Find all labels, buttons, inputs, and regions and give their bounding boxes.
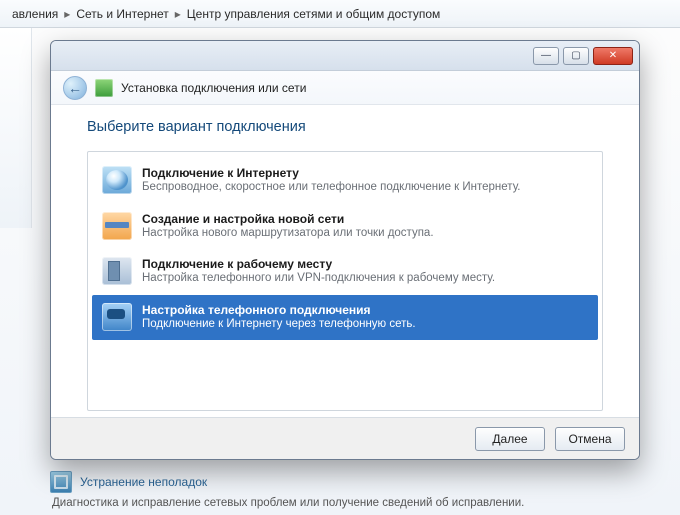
option-dialup[interactable]: Настройка телефонного подключения Подклю… bbox=[92, 295, 598, 341]
breadcrumb-sep-icon: ▸ bbox=[62, 7, 72, 21]
wizard-app-icon bbox=[95, 79, 113, 97]
wizard-heading: Выберите вариант подключения bbox=[87, 119, 603, 135]
minimize-icon: — bbox=[541, 50, 551, 61]
building-icon bbox=[102, 257, 132, 285]
globe-icon bbox=[102, 166, 132, 194]
titlebar[interactable]: — ▢ ✕ bbox=[51, 41, 639, 71]
router-icon bbox=[102, 212, 132, 240]
wizard-dialog: — ▢ ✕ ← Установка подключения или сети В… bbox=[50, 40, 640, 460]
breadcrumb-sep-icon: ▸ bbox=[173, 7, 183, 21]
troubleshoot-link-label: Устранение неполадок bbox=[80, 475, 207, 489]
option-workplace[interactable]: Подключение к рабочему месту Настройка т… bbox=[92, 249, 598, 295]
option-title: Настройка телефонного подключения bbox=[142, 303, 588, 317]
next-button-label: Далее bbox=[492, 432, 527, 446]
option-internet[interactable]: Подключение к Интернету Беспроводное, ск… bbox=[92, 158, 598, 204]
back-arrow-icon: ← bbox=[68, 80, 82, 96]
close-icon: ✕ bbox=[609, 50, 617, 61]
wizard-content: Выберите вариант подключения Подключение… bbox=[51, 105, 639, 417]
troubleshoot-link[interactable]: Устранение неполадок bbox=[50, 471, 670, 493]
breadcrumb-item[interactable]: Центр управления сетями и общим доступом bbox=[183, 7, 445, 21]
back-button[interactable]: ← bbox=[63, 76, 87, 100]
breadcrumb[interactable]: авления ▸ Сеть и Интернет ▸ Центр управл… bbox=[0, 0, 680, 28]
troubleshoot-desc: Диагностика и исправление сетевых пробле… bbox=[52, 497, 670, 509]
wizard-subheader: ← Установка подключения или сети bbox=[51, 71, 639, 105]
option-sub: Настройка нового маршрутизатора или точк… bbox=[142, 226, 588, 242]
option-title: Подключение к Интернету bbox=[142, 166, 588, 180]
next-button[interactable]: Далее bbox=[475, 427, 545, 451]
minimize-button[interactable]: — bbox=[533, 47, 559, 65]
wizard-subtitle: Установка подключения или сети bbox=[121, 81, 306, 95]
option-sub: Подключение к Интернету через телефонную… bbox=[142, 317, 588, 333]
bg-footer: Устранение неполадок Диагностика и испра… bbox=[50, 471, 670, 509]
option-title: Создание и настройка новой сети bbox=[142, 212, 588, 226]
left-nav-fragment bbox=[0, 28, 32, 228]
options-list: Подключение к Интернету Беспроводное, ск… bbox=[87, 151, 603, 411]
phone-icon bbox=[102, 303, 132, 331]
option-title: Подключение к рабочему месту bbox=[142, 257, 588, 271]
maximize-button[interactable]: ▢ bbox=[563, 47, 589, 65]
option-new-network[interactable]: Создание и настройка новой сети Настройк… bbox=[92, 204, 598, 250]
wizard-button-bar: Далее Отмена bbox=[51, 417, 639, 459]
option-sub: Настройка телефонного или VPN-подключени… bbox=[142, 271, 588, 287]
maximize-icon: ▢ bbox=[571, 50, 580, 61]
option-sub: Беспроводное, скоростное или телефонное … bbox=[142, 180, 588, 196]
cancel-button[interactable]: Отмена bbox=[555, 427, 625, 451]
breadcrumb-item[interactable]: авления bbox=[8, 7, 62, 21]
cancel-button-label: Отмена bbox=[568, 432, 611, 446]
breadcrumb-item[interactable]: Сеть и Интернет bbox=[72, 7, 172, 21]
close-button[interactable]: ✕ bbox=[593, 47, 633, 65]
troubleshoot-icon bbox=[50, 471, 72, 493]
